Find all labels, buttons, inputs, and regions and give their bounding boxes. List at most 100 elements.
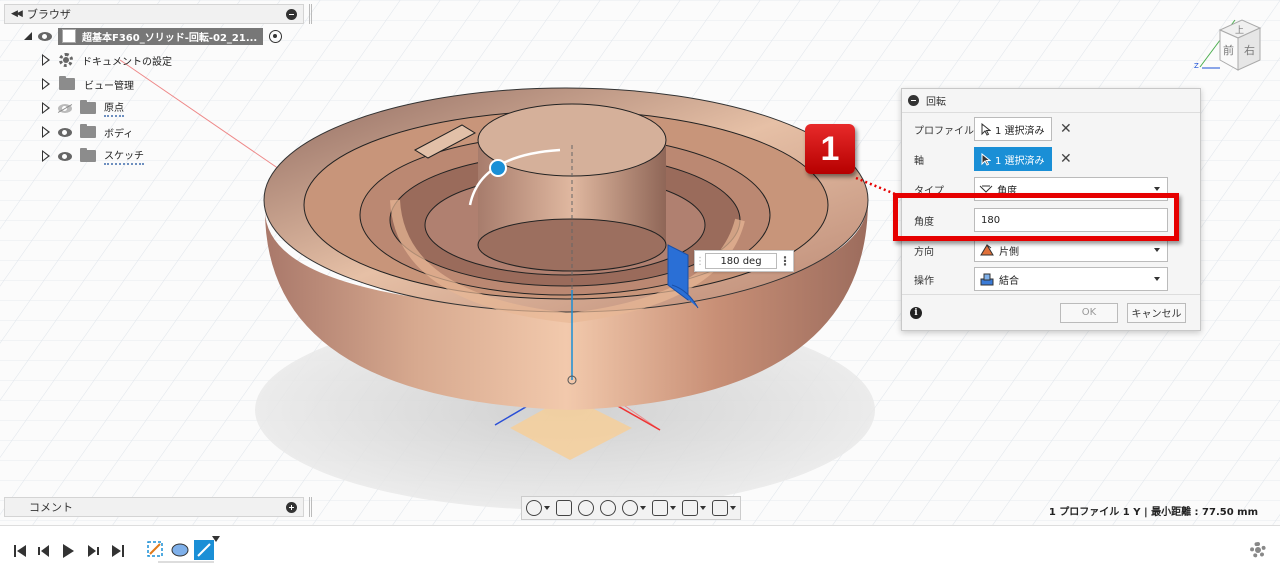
comments-panel: コメント (4, 497, 312, 517)
angle-dimension-input[interactable]: ⋮ 180 deg ⋮ (694, 250, 794, 272)
tree-item-label: スケッチ (104, 147, 144, 165)
add-comment-icon[interactable] (286, 501, 297, 513)
step-back-icon[interactable] (38, 545, 49, 557)
timeline-settings-gear-icon[interactable] (1250, 542, 1266, 558)
axis-label: 軸 (914, 155, 924, 167)
expand-right-icon[interactable] (42, 150, 50, 162)
timeline-controls (14, 536, 220, 563)
panel-grip[interactable] (309, 497, 312, 517)
pan-hand-icon[interactable] (578, 500, 594, 516)
cancel-button[interactable]: キャンセル (1127, 302, 1186, 323)
eye-hidden-icon[interactable] (58, 103, 72, 113)
z-axis-label: Z (1194, 62, 1199, 70)
info-icon[interactable]: i (910, 306, 922, 319)
step-forward-icon[interactable] (88, 545, 99, 557)
tree-item-document-settings[interactable]: ドキュメントの設定 (4, 48, 304, 72)
timeline-bar (0, 525, 1280, 575)
angle-dimension-field[interactable]: 180 deg (705, 253, 777, 269)
browser-panel: ◀◀ ブラウザ 超基本F360_ソリッド-回転-02_21... ドキュメントの… (4, 4, 312, 168)
ok-button[interactable]: OK (1060, 302, 1118, 323)
expand-down-icon[interactable] (24, 32, 32, 40)
operation-row: 操作 結合 (902, 265, 1200, 293)
zoom-icon[interactable] (600, 500, 616, 516)
comments-header[interactable]: コメント (4, 497, 312, 517)
clear-axis-icon[interactable]: ✕ (1060, 151, 1072, 167)
go-to-end-icon[interactable] (112, 545, 124, 557)
direction-dropdown[interactable]: 片側 (974, 238, 1168, 262)
tree-item-label: ドキュメントの設定 (82, 56, 172, 68)
fit-zoom-icon[interactable] (622, 500, 638, 516)
axis-row: 軸 1 選択済み ✕ (902, 145, 1200, 173)
activate-radio-icon[interactable] (269, 29, 283, 43)
dropdown-caret-icon (1154, 187, 1160, 191)
direction-dropdown-value: 片側 (999, 246, 1019, 258)
tree-item-label: 原点 (104, 99, 124, 117)
axis-select-button[interactable]: 1 選択済み (974, 147, 1052, 171)
canvas-viewport[interactable]: ◀◀ ブラウザ 超基本F360_ソリッド-回転-02_21... ドキュメントの… (0, 0, 1280, 525)
document-node[interactable]: 超基本F360_ソリッド-回転-02_21... (58, 27, 264, 45)
eye-icon[interactable] (58, 151, 72, 161)
document-icon (62, 29, 76, 43)
tree-item-sketches[interactable]: スケッチ (4, 144, 304, 168)
look-at-icon[interactable] (556, 500, 572, 516)
direction-label: 方向 (914, 246, 934, 258)
annotation-highlight-box (893, 193, 1179, 241)
viewcube[interactable]: Z 前 右 上 (1190, 12, 1270, 82)
grid-dropdown-icon[interactable] (700, 506, 706, 510)
selection-status-text: 1 プロファイル 1 Y | 最小距離 : 77.50 mm (1048, 507, 1258, 518)
drag-handle-icon[interactable]: ⋮ (695, 251, 705, 271)
expand-right-icon[interactable] (42, 54, 50, 66)
viewports-dropdown-icon[interactable] (730, 506, 736, 510)
tree-item-view-manager[interactable]: ビュー管理 (4, 72, 304, 96)
tree-item-bodies[interactable]: ボディ (4, 120, 304, 144)
annotation-step-badge: 1 (805, 124, 855, 174)
tree-item-label: ボディ (104, 128, 134, 140)
navigation-toolbar (521, 496, 741, 520)
collapse-dialog-icon[interactable] (908, 95, 919, 106)
expand-right-icon[interactable] (42, 102, 50, 114)
revolve-feature-icon[interactable] (171, 543, 189, 557)
sketch-feature-icon[interactable] (147, 541, 163, 557)
cursor-arrow-icon (981, 152, 991, 166)
dialog-footer: i OK キャンセル (902, 294, 1200, 330)
tree-item-origin[interactable]: 原点 (4, 96, 304, 120)
operation-label: 操作 (914, 275, 934, 287)
viewcube-top-label: 上 (1235, 25, 1244, 36)
viewcube-front-label: 前 (1223, 43, 1234, 57)
comments-title: コメント (29, 501, 73, 514)
dialog-header[interactable]: 回転 (902, 89, 1200, 113)
display-dropdown-icon[interactable] (670, 506, 676, 510)
expand-right-icon[interactable] (42, 126, 50, 138)
clear-profile-icon[interactable]: ✕ (1060, 121, 1072, 137)
folder-icon (80, 100, 96, 114)
orbit-dropdown-icon[interactable] (544, 506, 550, 510)
profile-label: プロファイル (914, 125, 974, 137)
go-to-start-icon[interactable] (14, 545, 26, 557)
document-name: 超基本F360_ソリッド-回転-02_21... (82, 32, 258, 44)
zoom-dropdown-icon[interactable] (640, 506, 646, 510)
tree-root-row[interactable]: 超基本F360_ソリッド-回転-02_21... (4, 24, 304, 48)
eye-icon[interactable] (38, 31, 52, 41)
collapse-icon[interactable]: ◀◀ (11, 9, 23, 19)
rotation-handle[interactable] (489, 159, 507, 177)
display-settings-icon[interactable] (652, 500, 668, 516)
grid-settings-icon[interactable] (682, 500, 698, 516)
profile-select-button[interactable]: 1 選択済み (974, 117, 1052, 141)
more-options-icon[interactable]: ⋮ (777, 254, 793, 268)
expand-right-icon[interactable] (42, 78, 50, 90)
gear-icon (59, 53, 73, 67)
panel-grip[interactable] (309, 4, 312, 24)
orbit-icon[interactable] (526, 500, 542, 516)
folder-icon (80, 124, 96, 138)
profile-row: プロファイル 1 選択済み ✕ (902, 115, 1200, 143)
profile-select-value: 1 選択済み (995, 125, 1045, 137)
folder-icon (80, 148, 96, 162)
browser-title: ブラウザ (26, 8, 71, 21)
join-operation-icon (980, 273, 994, 286)
viewports-icon[interactable] (712, 500, 728, 516)
minimize-icon[interactable] (286, 8, 297, 20)
play-icon[interactable] (63, 544, 74, 558)
eye-icon[interactable] (58, 127, 72, 137)
operation-dropdown[interactable]: 結合 (974, 267, 1168, 291)
active-feature-icon[interactable] (194, 536, 220, 560)
